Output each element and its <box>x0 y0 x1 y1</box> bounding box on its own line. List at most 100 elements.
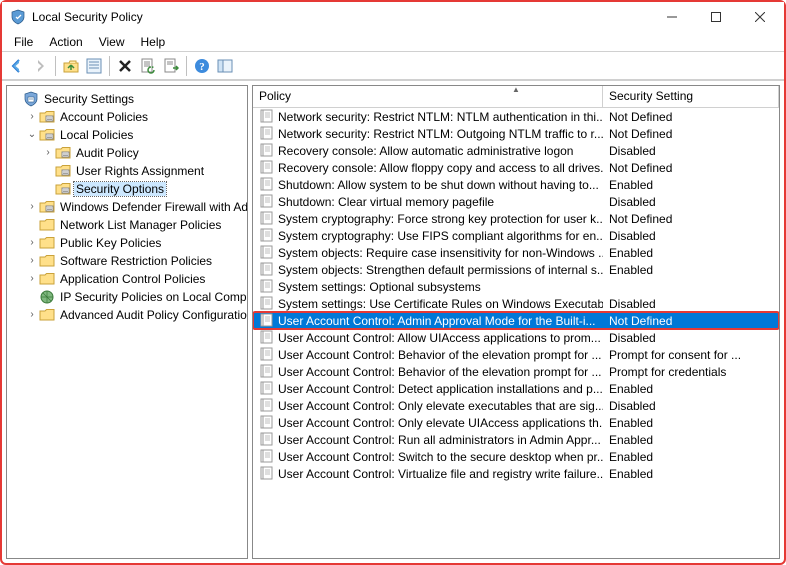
tree-item[interactable]: ›Software Restriction Policies <box>7 252 247 270</box>
export-list-icon[interactable] <box>160 55 182 77</box>
policy-name: Recovery console: Allow floppy copy and … <box>278 161 603 175</box>
chevron-icon[interactable]: ⌄ <box>25 130 39 140</box>
policy-name: User Account Control: Admin Approval Mod… <box>278 314 595 328</box>
chevron-icon[interactable]: › <box>25 238 39 248</box>
tree-label: Security Settings <box>42 92 136 106</box>
list-header: ▲ Policy Security Setting <box>253 86 779 108</box>
tree-label: Security Options <box>74 182 166 196</box>
policy-row[interactable]: User Account Control: Run all administra… <box>253 431 779 448</box>
chevron-icon[interactable]: › <box>41 148 55 158</box>
tree-label: Network List Manager Policies <box>58 218 223 232</box>
policy-icon <box>259 177 275 193</box>
policy-row[interactable]: User Account Control: Switch to the secu… <box>253 448 779 465</box>
setting-cell: Disabled <box>603 297 779 311</box>
main-area: Security Settings›Account Policies⌄Local… <box>2 80 784 563</box>
policy-row[interactable]: User Account Control: Only elevate execu… <box>253 397 779 414</box>
tree-root[interactable]: Security Settings <box>7 90 247 108</box>
delete-icon[interactable] <box>114 55 136 77</box>
tree-item[interactable]: User Rights Assignment <box>7 162 247 180</box>
column-header-setting[interactable]: Security Setting <box>603 86 779 107</box>
policy-row[interactable]: User Account Control: Detect application… <box>253 380 779 397</box>
refresh-icon[interactable] <box>137 55 159 77</box>
setting-cell: Disabled <box>603 399 779 413</box>
policy-row[interactable]: Shutdown: Clear virtual memory pagefile D… <box>253 193 779 210</box>
tree-item[interactable]: ›Audit Policy <box>7 144 247 162</box>
policy-icon <box>259 330 275 346</box>
setting-value: Not Defined <box>609 127 672 141</box>
column-header-policy[interactable]: Policy <box>253 86 603 107</box>
setting-cell: Disabled <box>603 331 779 345</box>
policy-row[interactable]: User Account Control: Admin Approval Mod… <box>253 312 779 329</box>
policy-row[interactable]: Shutdown: Allow system to be shut down w… <box>253 176 779 193</box>
tree-item[interactable]: Network List Manager Policies <box>7 216 247 234</box>
menu-help[interactable]: Help <box>133 33 174 51</box>
forward-arrow-icon[interactable] <box>29 55 51 77</box>
tree-label: Account Policies <box>58 110 150 124</box>
window-title: Local Security Policy <box>32 10 650 24</box>
show-hide-icon[interactable] <box>214 55 236 77</box>
chevron-icon[interactable]: › <box>25 256 39 266</box>
policy-cell: User Account Control: Admin Approval Mod… <box>253 313 603 329</box>
setting-cell: Disabled <box>603 195 779 209</box>
policy-row[interactable]: User Account Control: Behavior of the el… <box>253 346 779 363</box>
policy-cell: Shutdown: Clear virtual memory pagefile <box>253 194 603 210</box>
shield-icon <box>23 91 39 107</box>
setting-cell: Enabled <box>603 263 779 277</box>
back-arrow-icon[interactable] <box>6 55 28 77</box>
menubar: FileActionViewHelp <box>2 32 784 52</box>
tree-item[interactable]: IP Security Policies on Local Compute <box>7 288 247 306</box>
policy-row[interactable]: System cryptography: Force strong key pr… <box>253 210 779 227</box>
tree-pane[interactable]: Security Settings›Account Policies⌄Local… <box>6 85 248 559</box>
minimize-button[interactable] <box>650 2 694 32</box>
chevron-icon[interactable]: › <box>25 202 39 212</box>
tree-item[interactable]: › Windows Defender Firewall with Adva <box>7 198 247 216</box>
policy-row[interactable]: Network security: Restrict NTLM: NTLM au… <box>253 108 779 125</box>
folder-icon <box>55 163 71 179</box>
tree-item[interactable]: ›Application Control Policies <box>7 270 247 288</box>
menu-action[interactable]: Action <box>41 33 90 51</box>
policy-cell: Network security: Restrict NTLM: NTLM au… <box>253 109 603 125</box>
tree-item[interactable]: ›Public Key Policies <box>7 234 247 252</box>
list-body[interactable]: Network security: Restrict NTLM: NTLM au… <box>253 108 779 558</box>
setting-cell: Prompt for credentials <box>603 365 779 379</box>
tree-item[interactable]: › Account Policies <box>7 108 247 126</box>
chevron-icon[interactable]: › <box>25 274 39 284</box>
setting-value: Not Defined <box>609 161 672 175</box>
tree-label: Windows Defender Firewall with Adva <box>58 200 248 214</box>
policy-icon <box>259 279 275 295</box>
policy-cell: User Account Control: Only elevate execu… <box>253 398 603 414</box>
policy-row[interactable]: Recovery console: Allow automatic admini… <box>253 142 779 159</box>
policy-row[interactable]: Network security: Restrict NTLM: Outgoin… <box>253 125 779 142</box>
chevron-icon[interactable]: › <box>25 310 39 320</box>
tree-item[interactable]: ⌄Local Policies <box>7 126 247 144</box>
policy-icon <box>259 245 275 261</box>
policy-row[interactable]: Recovery console: Allow floppy copy and … <box>253 159 779 176</box>
properties-icon[interactable] <box>83 55 105 77</box>
policy-row[interactable]: User Account Control: Behavior of the el… <box>253 363 779 380</box>
policy-row[interactable]: User Account Control: Allow UIAccess app… <box>253 329 779 346</box>
policy-icon <box>259 296 275 312</box>
policy-name: Shutdown: Clear virtual memory pagefile <box>278 195 494 209</box>
close-button[interactable] <box>738 2 782 32</box>
up-folder-icon[interactable] <box>60 55 82 77</box>
tree-item[interactable]: › Advanced Audit Policy Configuration <box>7 306 247 324</box>
policy-row[interactable]: System settings: Optional subsystems <box>253 278 779 295</box>
folder-icon <box>55 145 71 161</box>
policy-row[interactable]: System objects: Require case insensitivi… <box>253 244 779 261</box>
tree-item[interactable]: Security Options <box>7 180 247 198</box>
help-icon[interactable]: ? <box>191 55 213 77</box>
policy-row[interactable]: User Account Control: Virtualize file an… <box>253 465 779 482</box>
menu-file[interactable]: File <box>6 33 41 51</box>
setting-value: Prompt for consent for ... <box>609 348 741 362</box>
maximize-button[interactable] <box>694 2 738 32</box>
policy-name: System cryptography: Force strong key pr… <box>278 212 603 226</box>
policy-row[interactable]: System objects: Strengthen default permi… <box>253 261 779 278</box>
policy-row[interactable]: System cryptography: Use FIPS compliant … <box>253 227 779 244</box>
chevron-icon[interactable]: › <box>25 112 39 122</box>
menu-view[interactable]: View <box>91 33 133 51</box>
policy-row[interactable]: System settings: Use Certificate Rules o… <box>253 295 779 312</box>
tree-label: Advanced Audit Policy Configuration <box>58 308 248 322</box>
policy-row[interactable]: User Account Control: Only elevate UIAcc… <box>253 414 779 431</box>
policy-cell: User Account Control: Virtualize file an… <box>253 466 603 482</box>
policy-cell: User Account Control: Only elevate UIAcc… <box>253 415 603 431</box>
